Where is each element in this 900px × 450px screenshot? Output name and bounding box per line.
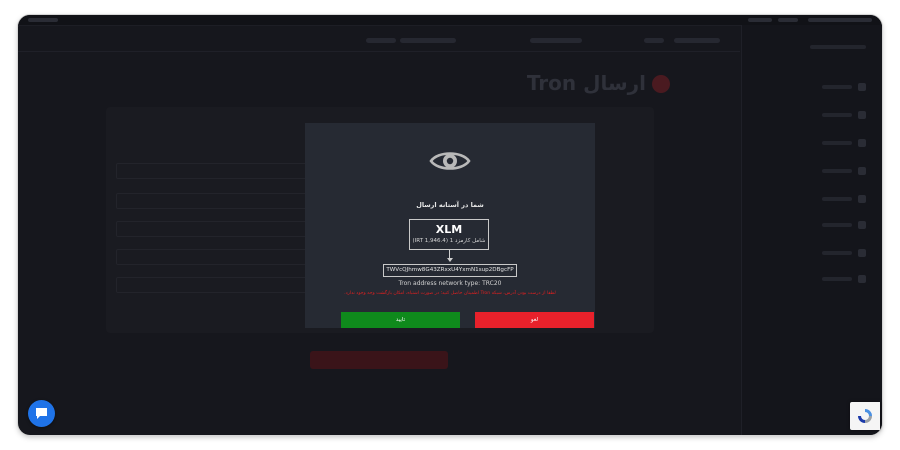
chat-button[interactable]: [28, 400, 55, 427]
chat-icon: [36, 408, 47, 419]
confirm-button[interactable]: تایید: [341, 312, 460, 328]
recaptcha-badge[interactable]: [850, 402, 880, 430]
browser-frame: ارسال Tron شما در آستانه ارسال XLM شامل …: [18, 15, 882, 435]
amount-box: XLM شامل کارمزد 1 (IRT 1,946.4): [409, 219, 489, 250]
warning-text: لطفا از درست بودن آدرس، شبکه Tron اطمینا…: [344, 291, 556, 296]
network-type: Tron address network type: TRC20: [398, 280, 502, 287]
recaptcha-icon: [858, 409, 872, 423]
confirm-send-dialog: شما در آستانه ارسال XLM شامل کارمزد 1 (I…: [305, 123, 595, 328]
cancel-button[interactable]: لغو: [475, 312, 594, 328]
modal-overlay: شما در آستانه ارسال XLM شامل کارمزد 1 (I…: [18, 15, 882, 435]
coin-symbol: XLM: [435, 223, 463, 236]
eye-icon: [429, 152, 471, 170]
dialog-title: شما در آستانه ارسال: [416, 201, 484, 209]
destination-address: TWVcQJhmw8G43ZRxxU4YxmN1sup2DBgcFP: [383, 264, 517, 277]
arrow-down-icon-head: [446, 258, 453, 262]
fee-text: شامل کارمزد 1 (IRT 1,946.4): [412, 238, 486, 244]
